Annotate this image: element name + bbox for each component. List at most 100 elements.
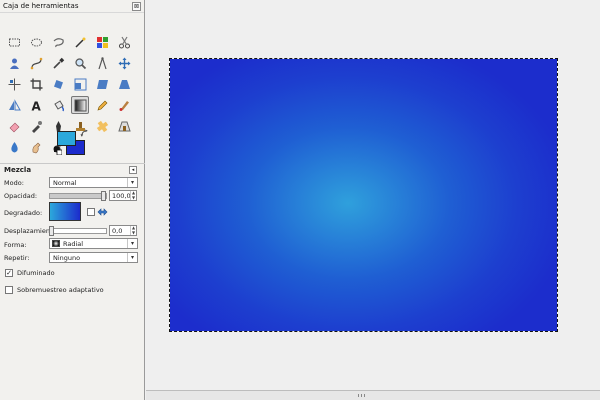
tool-measure[interactable] xyxy=(93,54,111,72)
compass-icon xyxy=(97,56,107,69)
move-icon xyxy=(118,57,130,69)
tool-eraser[interactable] xyxy=(5,117,23,135)
svg-text:A: A xyxy=(31,99,41,112)
swap-arrows-icon[interactable] xyxy=(97,207,108,217)
scroll-grip-icon[interactable] xyxy=(358,393,366,398)
tool-blur-sharpen[interactable] xyxy=(5,138,23,156)
paths-icon xyxy=(30,57,42,69)
tool-scale[interactable] xyxy=(71,75,89,93)
pencil-icon xyxy=(97,100,107,110)
tool-free-select[interactable] xyxy=(49,33,67,51)
perspective-clone-icon xyxy=(117,121,131,131)
spin-arrows-icon[interactable]: ▲ ▼ xyxy=(130,190,136,200)
image-canvas[interactable] xyxy=(169,58,558,332)
tool-smudge[interactable] xyxy=(27,138,45,156)
shear-icon xyxy=(96,79,108,89)
opacity-spinbox[interactable]: 100,0 ▲ ▼ xyxy=(109,190,137,201)
offset-slider-handle[interactable] xyxy=(49,226,54,236)
tool-fuzzy-select[interactable] xyxy=(71,33,89,51)
bucket-fill-icon xyxy=(53,99,64,111)
magnifier-icon xyxy=(74,57,86,69)
rect-select-icon xyxy=(8,38,20,46)
tool-color-picker[interactable] xyxy=(49,54,67,72)
tool-select-by-color[interactable] xyxy=(93,33,111,51)
tool-scissors-select[interactable] xyxy=(115,33,133,51)
tool-perspective-clone[interactable] xyxy=(115,117,133,135)
tool-heal[interactable] xyxy=(93,117,111,135)
align-icon xyxy=(8,78,20,90)
dither-label: Difuminado xyxy=(17,269,55,277)
shape-value: Radial xyxy=(63,239,84,248)
toolbox-titlebar[interactable]: Caja de herramientas ⊠ xyxy=(0,0,144,13)
rotate-icon xyxy=(53,79,63,89)
dither-checkbox[interactable]: ✓ xyxy=(5,269,13,277)
options-menu-icon[interactable]: ◂ xyxy=(129,166,137,174)
tool-paintbrush[interactable] xyxy=(115,96,133,114)
horizontal-scrollbar[interactable] xyxy=(146,390,600,400)
tool-move[interactable] xyxy=(115,54,133,72)
tool-options-panel: Mezcla ◂ xyxy=(0,163,145,176)
heal-icon xyxy=(96,120,108,132)
tool-perspective[interactable] xyxy=(115,75,133,93)
gradient-icon xyxy=(74,99,86,111)
tool-airbrush[interactable] xyxy=(27,117,45,135)
gradient-label: Degradado: xyxy=(4,209,43,217)
foreground-color-swatch[interactable] xyxy=(57,131,76,146)
opacity-value: 100,0 xyxy=(112,191,131,200)
smudge-icon xyxy=(32,142,40,153)
tool-flip[interactable] xyxy=(5,96,23,114)
tool-shear[interactable] xyxy=(93,75,111,93)
gradient-preview-button[interactable] xyxy=(49,202,81,221)
swap-colors-icon[interactable] xyxy=(80,129,89,138)
tool-pencil[interactable] xyxy=(93,96,111,114)
opacity-slider-handle[interactable] xyxy=(101,191,106,201)
offset-slider[interactable] xyxy=(49,226,107,236)
tool-foreground-select[interactable] xyxy=(5,54,23,72)
tool-bucket-fill[interactable] xyxy=(49,96,67,114)
eraser-icon xyxy=(9,122,19,132)
adaptive-supersampling-checkbox[interactable] xyxy=(5,286,13,294)
mode-label: Modo: xyxy=(4,179,24,187)
tool-blend[interactable] xyxy=(71,96,89,114)
spin-arrows-icon[interactable]: ▲ ▼ xyxy=(130,225,136,235)
shape-select[interactable]: Radial ▾ xyxy=(49,238,138,249)
adaptive-supersampling-label: Sobremuestreo adaptativo xyxy=(17,286,104,294)
tool-zoom[interactable] xyxy=(71,54,89,72)
default-colors-icon[interactable] xyxy=(54,147,62,155)
mode-value: Normal xyxy=(53,178,77,187)
reverse-gradient-checkbox[interactable] xyxy=(87,208,95,216)
ellipse-select-icon xyxy=(30,38,42,46)
tool-text[interactable]: A xyxy=(27,96,45,114)
toolbox-title: Caja de herramientas xyxy=(3,2,79,10)
scale-icon xyxy=(74,78,86,90)
tool-ellipse-select[interactable] xyxy=(27,33,45,51)
airbrush-icon xyxy=(31,120,42,133)
blur-icon xyxy=(10,141,18,152)
eyedropper-icon xyxy=(52,57,64,69)
tool-rotate[interactable] xyxy=(49,75,67,93)
repeat-label: Repetir: xyxy=(4,254,30,262)
chevron-down-icon: ▾ xyxy=(127,253,137,262)
tool-align[interactable] xyxy=(5,75,23,93)
select-by-color-icon xyxy=(96,36,108,48)
foreground-select-icon xyxy=(9,58,19,69)
tool-rect-select[interactable] xyxy=(5,33,23,51)
scissors-icon xyxy=(118,36,130,48)
text-icon: A xyxy=(31,99,41,112)
offset-spinbox[interactable]: 0,0 ▲ ▼ xyxy=(109,225,137,236)
mode-select[interactable]: Normal ▾ xyxy=(49,177,138,188)
opacity-slider[interactable] xyxy=(49,191,107,201)
flip-icon xyxy=(8,98,21,110)
magic-wand-icon xyxy=(74,37,85,48)
crop-icon xyxy=(30,78,42,90)
paintbrush-icon xyxy=(119,100,129,111)
close-icon[interactable]: ⊠ xyxy=(132,2,141,11)
tool-paths[interactable] xyxy=(27,54,45,72)
repeat-select[interactable]: Ninguno ▾ xyxy=(49,252,138,263)
lasso-icon xyxy=(53,37,64,47)
tool-crop[interactable] xyxy=(27,75,45,93)
opacity-label: Opacidad: xyxy=(4,192,38,200)
radial-shape-icon xyxy=(52,240,60,247)
chevron-down-icon: ▾ xyxy=(127,239,137,248)
toolbox-window: Caja de herramientas ⊠ A Mezcla ◂ Modo: … xyxy=(0,0,145,400)
